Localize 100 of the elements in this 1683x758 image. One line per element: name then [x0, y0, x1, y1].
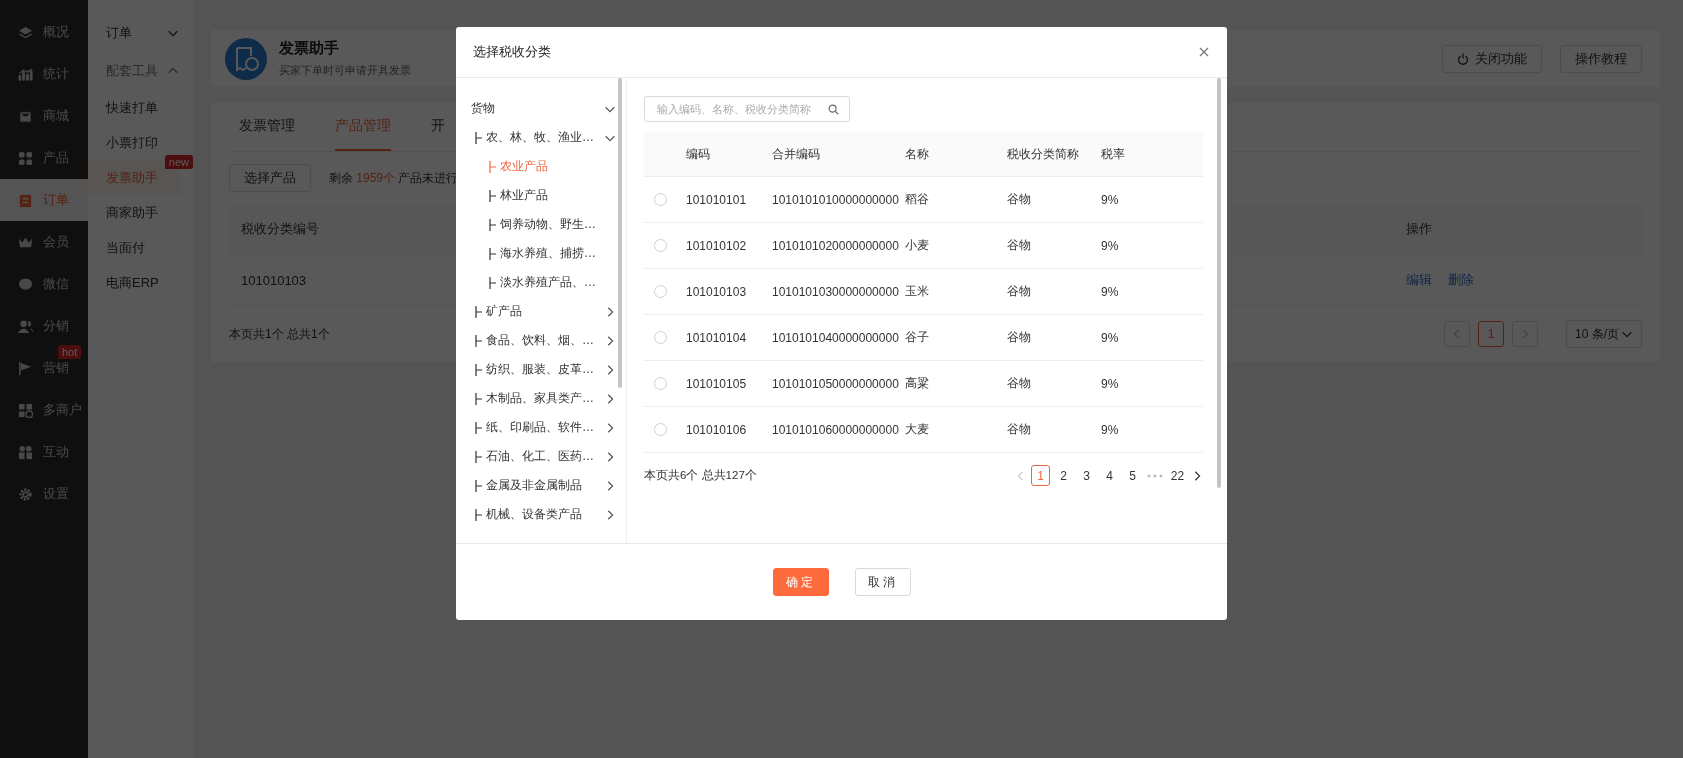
page-button[interactable]: 22 — [1168, 465, 1187, 486]
table-cell: 101010104 — [686, 330, 747, 345]
page-button[interactable]: 4 — [1100, 465, 1119, 486]
table-cell: 1010101040000000000 — [772, 330, 899, 345]
column-header: 操作 — [1406, 220, 1432, 238]
layers-icon — [18, 24, 33, 40]
tree-branch-icon — [475, 363, 482, 376]
page-button[interactable]: 3 — [1077, 465, 1096, 486]
submenu-item[interactable]: 当面付 — [88, 230, 181, 265]
tree-branch-icon — [489, 160, 496, 173]
tree-node[interactable]: 淡水养殖产品、… — [471, 268, 616, 297]
tree-node[interactable]: 纸、印刷品、软件… — [471, 413, 616, 442]
tree-branch-icon — [475, 421, 482, 434]
page-title: 发票助手 — [279, 39, 339, 58]
action-link[interactable]: 删除 — [1448, 271, 1474, 289]
tree-node[interactable]: 木制品、家具类产… — [471, 384, 616, 413]
table-cell: 高粱 — [905, 376, 929, 390]
page-button[interactable]: 2 — [1054, 465, 1073, 486]
tree-node[interactable]: 食品、饮料、烟、… — [471, 326, 616, 355]
select-product-button[interactable]: 选择产品 — [229, 164, 311, 192]
table-cell: 101010102 — [686, 238, 747, 253]
cancel-button[interactable]: 取消 — [854, 568, 911, 596]
confirm-button[interactable]: 确定 — [772, 568, 829, 596]
page-button[interactable]: 5 — [1123, 465, 1142, 486]
table-cell: 谷子 — [905, 330, 929, 344]
table-cell: 小麦 — [905, 238, 929, 252]
tree-node[interactable]: 石油、化工、医药… — [471, 442, 616, 471]
tree-branch-icon — [489, 276, 496, 289]
scrollbar-thumb[interactable] — [618, 78, 622, 388]
dialog-title: 选择税收分类 — [473, 43, 551, 61]
table-cell: 1010101020000000000 — [772, 238, 899, 253]
table-cell: 1010101010000000000 — [772, 192, 899, 207]
settings-icon — [18, 486, 33, 502]
tree-node[interactable]: 矿产品 — [471, 297, 616, 326]
submenu-item[interactable]: 电商ERP — [88, 265, 181, 300]
tab[interactable]: 发票管理 — [239, 103, 295, 151]
clipboard-icon — [18, 192, 33, 208]
page-summary: 本页共6个 总共127个 — [644, 468, 757, 483]
tree-node[interactable]: 机械、设备类产品 — [471, 500, 616, 529]
tree-branch-icon — [475, 305, 482, 318]
table-cell: 101010105 — [686, 376, 747, 391]
tree-node[interactable]: 货物 — [471, 94, 616, 123]
sidebar-item[interactable]: 订单 — [0, 179, 88, 221]
tree-branch-icon — [489, 189, 496, 202]
table-cell: 谷物 — [1007, 284, 1031, 298]
table-cell: 101010103 — [241, 272, 307, 288]
table-cell: 9% — [1101, 422, 1119, 437]
table-cell: 9% — [1101, 284, 1119, 299]
people-icon — [18, 444, 33, 460]
scrollbar-thumb[interactable] — [1217, 78, 1221, 488]
new-badge: new — [164, 155, 193, 169]
tree-branch-icon — [489, 247, 496, 260]
tree-node[interactable]: 农业产品 — [471, 152, 616, 181]
column-header: 合并编码 — [772, 146, 820, 161]
table-cell: 9% — [1101, 192, 1119, 207]
tree-node[interactable]: 饲养动物、野生… — [471, 210, 616, 239]
tab[interactable]: 产品管理 — [335, 103, 391, 151]
bar-chart-icon — [18, 66, 33, 82]
users-icon — [18, 318, 33, 334]
submenu-group[interactable]: 订单 — [88, 14, 193, 52]
tree-branch-icon — [489, 218, 496, 231]
hot-badge: hot — [58, 345, 82, 359]
close-icon[interactable] — [1199, 47, 1209, 57]
table-cell: 1010101060000000000 — [772, 422, 899, 437]
invoice-logo-icon — [225, 37, 267, 80]
submenu-item[interactable]: 快速打单 — [88, 90, 181, 125]
tree-branch-icon — [475, 479, 482, 492]
page-summary: 本页共1个 总共1个 — [229, 325, 330, 343]
table-cell: 谷物 — [1007, 238, 1031, 252]
header-button[interactable]: 关闭功能 — [1442, 44, 1542, 73]
table-cell: 9% — [1101, 330, 1119, 345]
search-field[interactable]: 输入编码、名称、税收分类简称 — [644, 96, 850, 122]
submenu-item[interactable]: 商家助手 — [88, 195, 181, 230]
tree-node[interactable]: 纺织、服装、皮革… — [471, 355, 616, 384]
tree-branch-icon — [475, 131, 482, 144]
table-cell: 9% — [1101, 376, 1119, 391]
more-pages-icon[interactable] — [1146, 472, 1164, 479]
flag-icon — [18, 360, 33, 376]
table-cell: 1010101050000000000 — [772, 376, 899, 391]
search-icon — [828, 103, 839, 115]
table-cell: 玉米 — [905, 284, 929, 298]
table-cell: 101010106 — [686, 422, 747, 437]
page-size-select[interactable]: 10 条/页 — [1566, 320, 1642, 348]
table-cell: 谷物 — [1007, 192, 1031, 206]
tree-branch-icon — [475, 508, 482, 521]
page-button[interactable]: 1 — [1031, 465, 1050, 486]
table-cell: 谷物 — [1007, 422, 1031, 436]
action-link[interactable]: 编辑 — [1406, 271, 1432, 289]
header-button[interactable]: 操作教程 — [1560, 44, 1642, 73]
chat-bubble-icon — [18, 276, 33, 292]
table-cell: 稻谷 — [905, 192, 929, 206]
tab[interactable]: 开 — [431, 103, 445, 151]
column-header: 税收分类编号 — [241, 221, 319, 236]
tree-node[interactable]: 海水养殖、捕捞… — [471, 239, 616, 268]
page-button[interactable]: 1 — [1478, 321, 1504, 347]
tree-node[interactable]: 农、林、牧、渔业… — [471, 123, 616, 152]
power-icon — [1457, 52, 1469, 65]
tree-node[interactable]: 金属及非金属制品 — [471, 471, 616, 500]
remaining-text: 剩余 1959个 产品未进行 — [329, 169, 459, 187]
tree-node[interactable]: 林业产品 — [471, 181, 616, 210]
